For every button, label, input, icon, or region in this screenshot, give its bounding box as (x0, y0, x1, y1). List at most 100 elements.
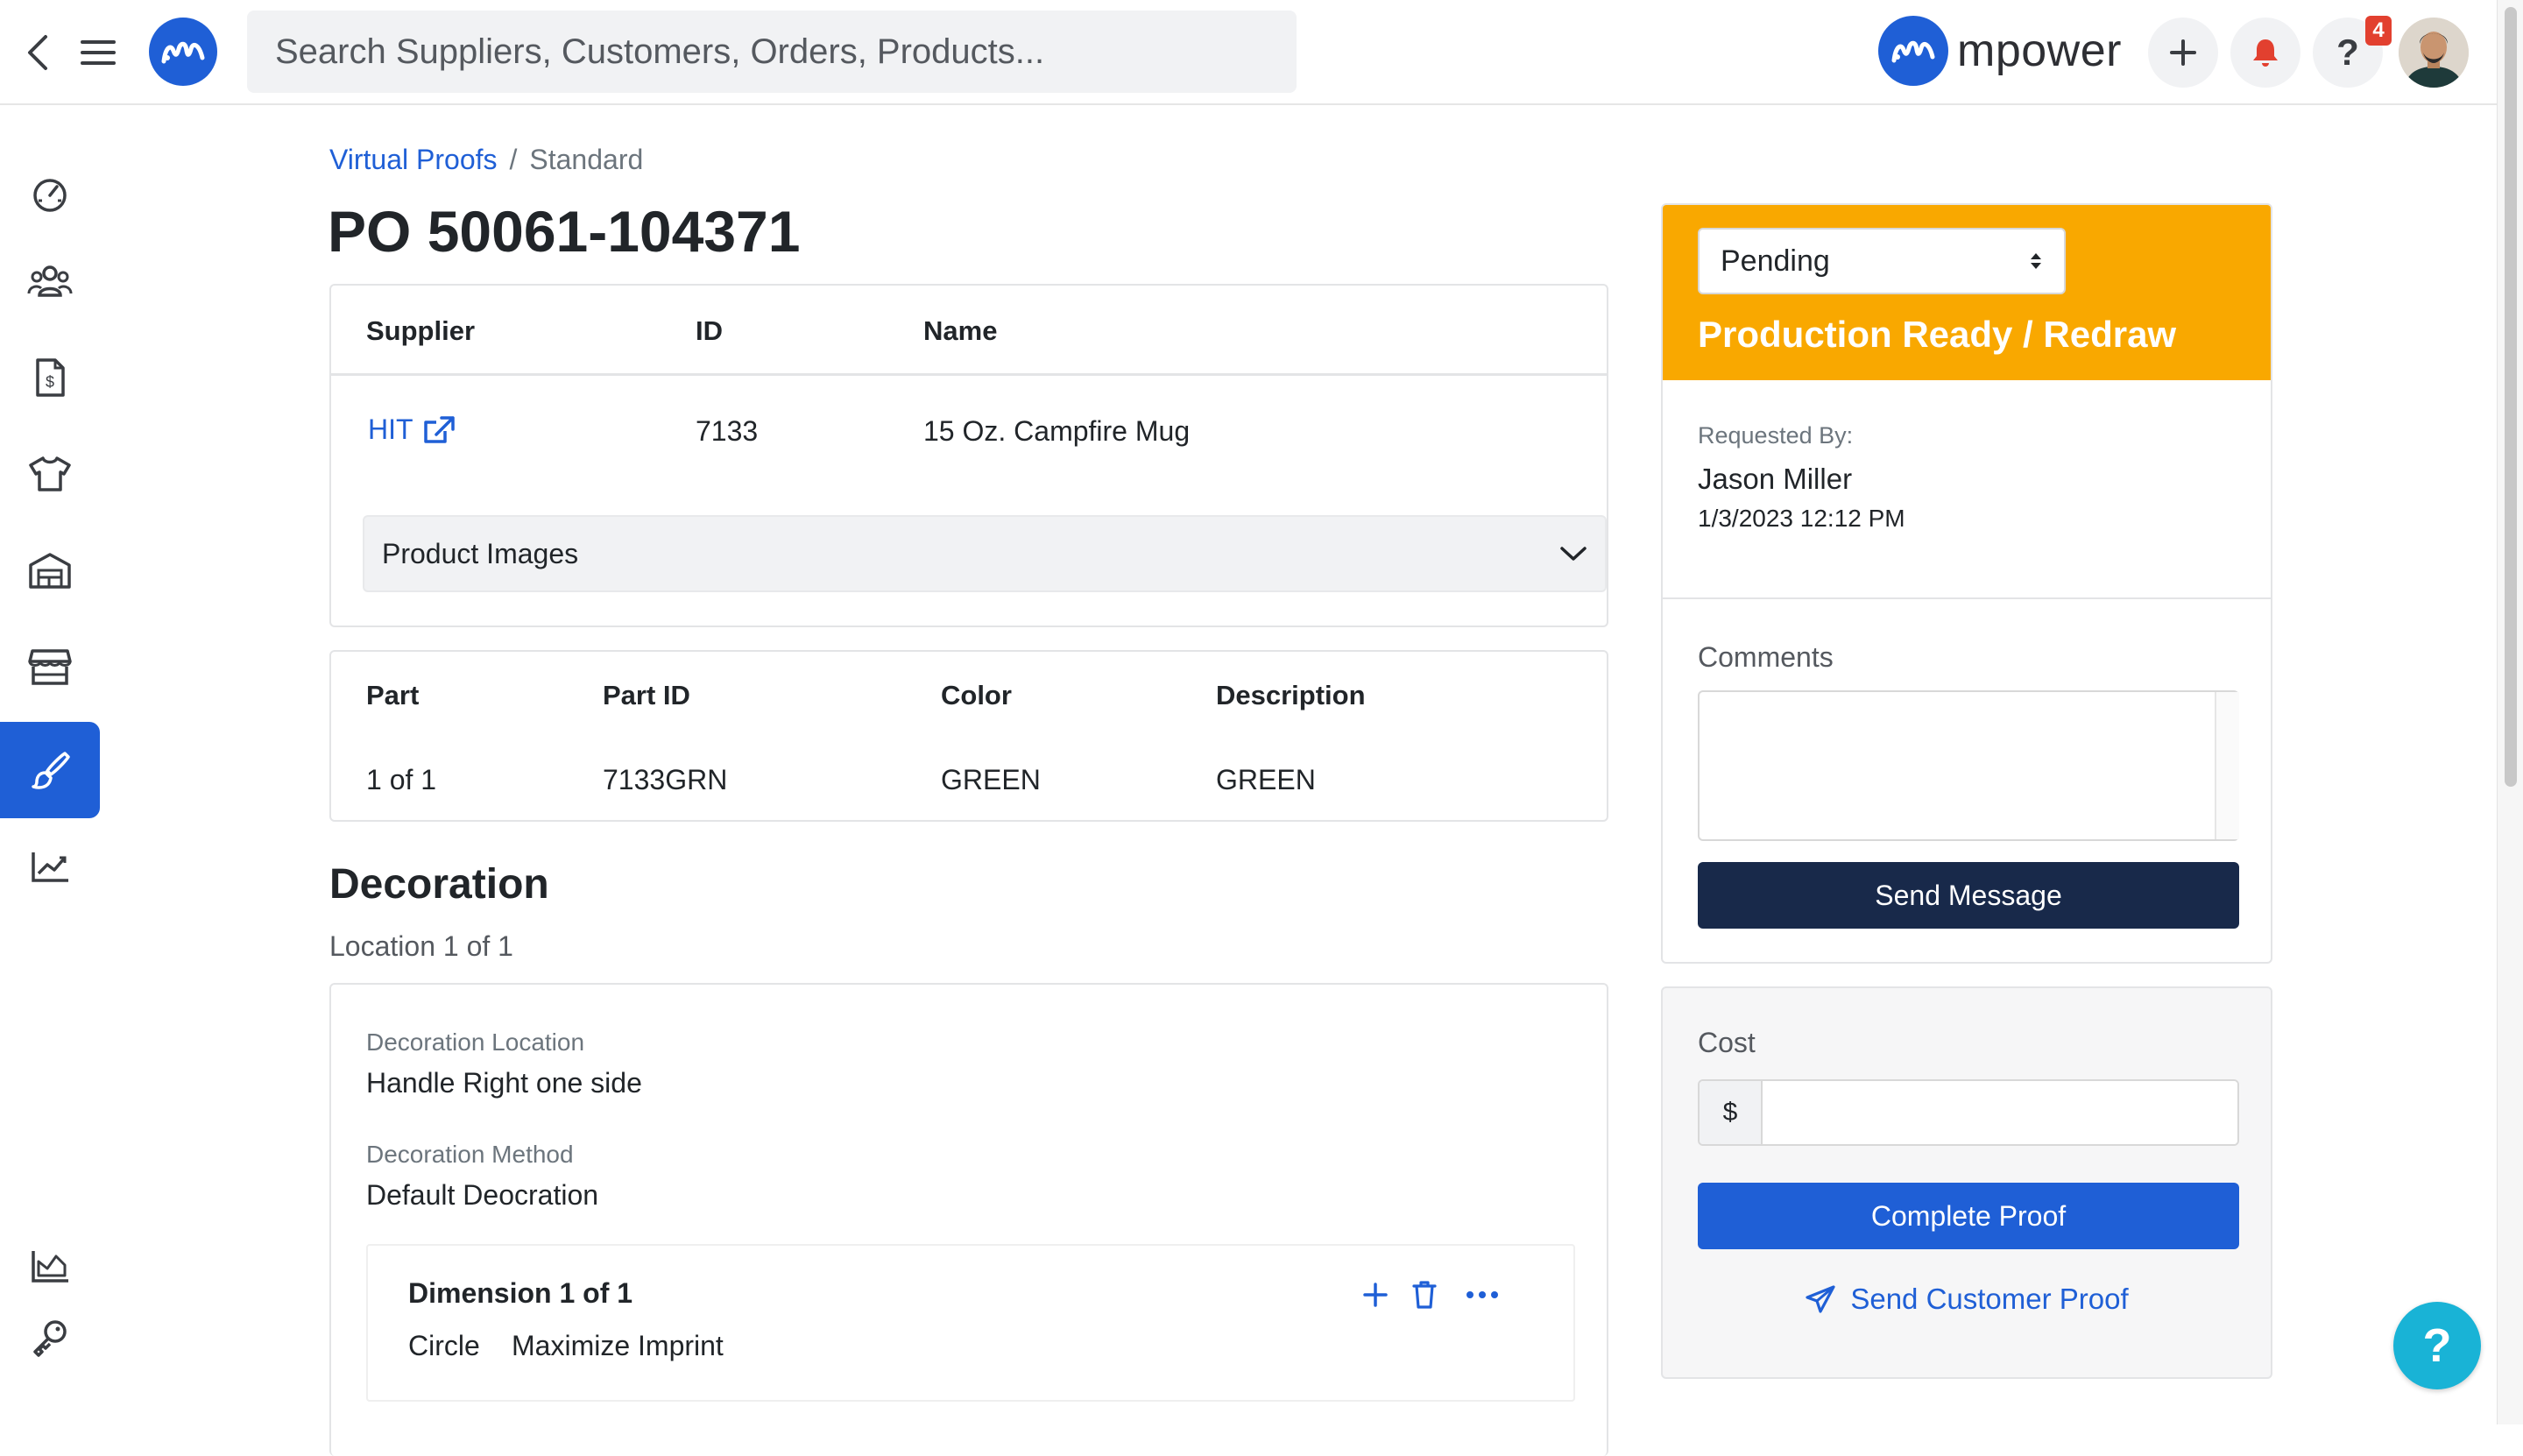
sidebar-item-store[interactable] (0, 618, 100, 715)
send-message-button[interactable]: Send Message (1698, 862, 2239, 929)
sidebar-item-settings[interactable] (0, 1290, 100, 1386)
product-images-accordion[interactable]: Product Images (363, 515, 1607, 592)
breadcrumb-separator: / (509, 144, 518, 175)
requested-by-label: Requested By: (1698, 422, 1854, 449)
sidebar-item-customers[interactable] (0, 233, 100, 329)
external-link-icon (423, 415, 455, 443)
sidebar-item-virtual-proofs[interactable] (0, 722, 100, 818)
sidebar-item-reports[interactable] (0, 818, 100, 915)
dimension-title: Dimension 1 of 1 (408, 1277, 633, 1309)
add-dimension-button[interactable] (1358, 1277, 1393, 1312)
search-input[interactable] (247, 11, 1297, 93)
key-icon (33, 1320, 67, 1357)
supplier-link[interactable]: HIT (368, 413, 456, 446)
decoration-method-label: Decoration Method (366, 1141, 574, 1168)
status-label: Production Ready / Redraw (1698, 314, 2177, 355)
chevron-down-icon (1560, 547, 1587, 561)
plus-icon (1363, 1283, 1388, 1307)
hamburger-icon (81, 40, 116, 65)
app-logo[interactable] (149, 18, 217, 86)
warehouse-icon (29, 553, 71, 589)
parts-card: Part Part ID Color Description 1 of 1 71… (329, 650, 1608, 822)
status-select[interactable]: Pending (1698, 228, 2066, 294)
gauge-icon (33, 179, 67, 212)
column-header-supplier: Supplier (366, 315, 476, 346)
chevron-left-icon (28, 35, 47, 70)
column-header-part-id: Part ID (603, 680, 690, 710)
dimension-mode: Maximize Imprint (512, 1330, 724, 1361)
brand-name: mpower (1957, 25, 2122, 76)
breadcrumb-link-virtual-proofs[interactable]: Virtual Proofs (329, 144, 498, 176)
proof-status-card: Pending Production Ready / Redraw Reques… (1661, 203, 2272, 964)
requested-date: 1/3/2023 12:12 PM (1698, 505, 1905, 532)
help-chat-button[interactable]: ? (2393, 1302, 2481, 1389)
add-button[interactable] (2148, 18, 2218, 88)
status-header: Pending Production Ready / Redraw (1663, 205, 2271, 380)
supplier-name: HIT (368, 413, 413, 445)
cost-label: Cost (1698, 1027, 1756, 1058)
cost-input[interactable] (1763, 1081, 2237, 1144)
divider (1663, 597, 2271, 599)
menu-button[interactable] (79, 33, 117, 72)
product-name: 15 Oz. Campfire Mug (923, 415, 1191, 447)
sidebar-item-invoices[interactable]: $ (0, 329, 100, 426)
column-header-color: Color (941, 680, 1012, 710)
requested-by-name: Jason Miller (1698, 463, 1853, 495)
select-arrows-icon (2031, 253, 2041, 269)
delete-dimension-button[interactable] (1407, 1277, 1442, 1312)
user-photo-icon (2399, 18, 2469, 88)
column-header-id: ID (696, 315, 723, 346)
sidebar-item-warehouse[interactable] (0, 522, 100, 618)
scrollbar-thumb[interactable] (2505, 7, 2517, 787)
brand-badge-icon (1878, 16, 1948, 86)
status-select-value: Pending (1721, 244, 1830, 278)
page-title: PO 50061-104371 (328, 199, 801, 264)
part-count: 1 of 1 (366, 764, 437, 795)
sidebar-item-products[interactable] (0, 426, 100, 522)
chart-line-icon (32, 852, 68, 882)
cost-card: Cost $ Complete Proof Send Customer Proo… (1661, 986, 2272, 1379)
chart-area-icon (32, 1251, 68, 1283)
part-description: GREEN (1216, 764, 1316, 795)
breadcrumb-current: Standard (529, 144, 644, 175)
part-id: 7133GRN (603, 764, 728, 795)
send-customer-proof-label: Send Customer Proof (1850, 1283, 2129, 1315)
top-bar: mpower ? 4 (0, 0, 2497, 105)
sidebar-item-dashboard[interactable] (0, 145, 100, 242)
back-button[interactable] (23, 33, 54, 72)
column-header-description: Description (1216, 680, 1366, 710)
mpower-logo-icon (161, 41, 205, 64)
tshirt-icon (29, 456, 71, 491)
comments-textarea[interactable] (1698, 690, 2239, 841)
plus-icon (2170, 39, 2196, 66)
dimension-shape: Circle (408, 1330, 480, 1361)
bell-icon (2253, 39, 2278, 67)
send-customer-proof-link[interactable]: Send Customer Proof (1663, 1277, 2271, 1321)
location-count: Location 1 of 1 (329, 930, 513, 962)
invoice-icon: $ (36, 358, 65, 397)
supplier-card: Supplier ID Name HIT 7133 15 Oz. Campfir… (329, 284, 1608, 627)
brush-icon (32, 752, 70, 789)
comments-scrollbar[interactable] (2215, 692, 2239, 839)
cost-input-group: $ (1698, 1079, 2239, 1146)
accordion-label: Product Images (382, 537, 579, 569)
more-options-button[interactable] (1465, 1277, 1500, 1312)
comments-label: Comments (1698, 641, 1834, 673)
supplier-id: 7133 (696, 415, 759, 447)
notifications-button[interactable] (2230, 18, 2300, 88)
brand-logo: mpower (1878, 16, 2122, 86)
users-icon (27, 265, 73, 297)
notification-count-badge: 4 (2365, 16, 2392, 46)
breadcrumb: Virtual Proofs / Standard (329, 144, 643, 176)
decoration-heading: Decoration (329, 861, 549, 908)
column-header-part: Part (366, 680, 420, 710)
paper-plane-icon (1806, 1285, 1835, 1313)
ellipsis-icon (1466, 1291, 1498, 1298)
trash-icon (1412, 1281, 1437, 1309)
svg-text:$: $ (46, 373, 54, 391)
complete-proof-button[interactable]: Complete Proof (1698, 1183, 2239, 1249)
user-avatar[interactable] (2399, 18, 2469, 88)
decoration-card: Decoration Location Handle Right one sid… (329, 983, 1608, 1456)
page-scrollbar[interactable] (2497, 0, 2523, 1424)
store-icon (28, 649, 72, 685)
